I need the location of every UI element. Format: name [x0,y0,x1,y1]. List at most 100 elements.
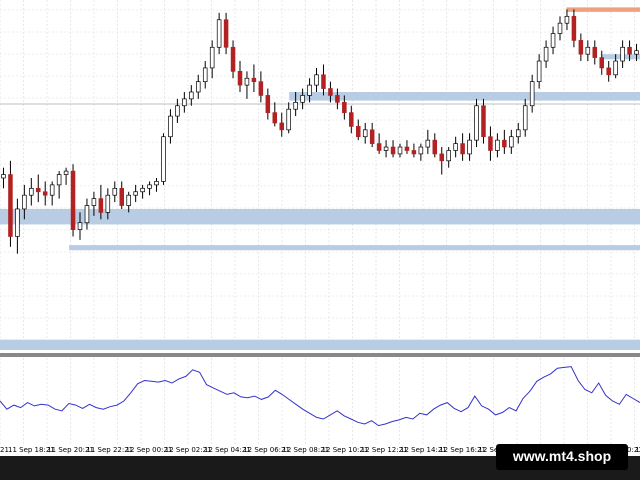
candle-body [425,139,431,148]
candle-body [209,46,215,69]
candle-body [529,81,535,107]
candle-body [509,136,514,148]
candle-body [606,67,611,76]
candle-body [230,46,236,72]
candle-body [418,146,424,155]
candle-body [349,112,354,127]
candle-body [460,143,465,155]
candle-body [119,187,125,206]
candle-body [15,208,20,237]
candle-body [133,191,138,196]
candle-body [613,60,618,76]
candle-body [49,184,55,196]
candle-body [300,95,305,103]
candle-body [293,101,298,110]
time-axis-label: 13 [635,446,640,454]
trading-chart-window: 21 11 Sep 18:21 11 Sep 20:21 11 Sep 22:21 12… [0,0,640,480]
candle-body [578,40,584,55]
candle-body [620,46,625,62]
candle-body [543,46,549,62]
supply-demand-zone [69,245,640,251]
candle-body [335,95,340,103]
candle-body [140,187,145,193]
candle-body [22,194,27,210]
candle-body [279,122,285,131]
candle-body [126,194,131,206]
watermark-text: www.mt4.shop [512,448,612,464]
candle-body [550,33,556,48]
candle-body [223,19,229,48]
candle-body [342,101,347,113]
candle-body [175,105,180,117]
candle-body [105,194,111,213]
candle-body [314,74,319,86]
candle-body [488,136,493,151]
candle-body [321,74,326,89]
chart-background [0,0,640,456]
candle-body [237,71,243,86]
candle-body [453,143,458,151]
candle-body [627,46,632,55]
candle-body [265,95,271,113]
candle-body [495,139,500,151]
candle-body [286,108,291,131]
candle-body [84,205,90,224]
candle-body [467,139,472,155]
candle-body [251,77,257,83]
candle-body [35,187,41,193]
watermark-badge: www.mt4.shop [496,444,628,470]
candle-body [355,126,361,138]
candlestick-chart[interactable]: 21 11 Sep 18:2111 Sep 20:2111 Sep 22:2112… [0,0,640,480]
candle-body [390,146,396,155]
candle-body [182,98,187,107]
candle-body [376,143,382,151]
candle-body [362,129,368,138]
supply-demand-zone [0,208,640,225]
candle-body [63,170,69,175]
candle-body [216,19,222,48]
candle-body [91,198,97,206]
candle-body [432,139,438,155]
candle-body [571,15,577,41]
candle-body [244,77,250,86]
candle-body [258,81,264,96]
candle-body [439,153,445,162]
candle-body [502,139,507,148]
candle-body [585,46,591,55]
resistance-zone [566,7,640,12]
candle-body [98,198,104,213]
panel-separator [0,353,640,357]
candle-body [307,84,312,96]
candle-body [112,187,118,196]
supply-demand-zone [0,339,640,350]
candle-body [474,105,479,141]
candle-body [536,60,542,83]
candle-body [77,222,83,230]
candle-body [272,112,278,124]
candle-body [515,129,521,138]
candle-body [383,146,389,151]
candle-body [161,136,166,182]
candle-body [56,174,62,186]
candle-body [168,115,173,138]
candle-body [70,170,76,230]
candle-body [599,57,605,69]
candle-body [328,88,333,96]
candle-body [411,150,417,155]
candle-body [446,150,451,162]
candle-body [8,174,13,237]
candle-body [1,174,6,179]
candle-body [522,105,528,131]
candle-body [564,15,570,24]
candle-body [481,105,486,138]
candle-body [189,91,194,100]
candle-body [404,146,410,151]
candle-body [634,50,639,55]
candle-body [29,187,34,196]
supply-demand-zone [289,92,640,101]
candle-body [154,181,159,186]
candle-body [202,67,208,83]
candle-body [557,22,563,34]
candle-body [397,146,403,155]
candle-body [42,191,48,196]
